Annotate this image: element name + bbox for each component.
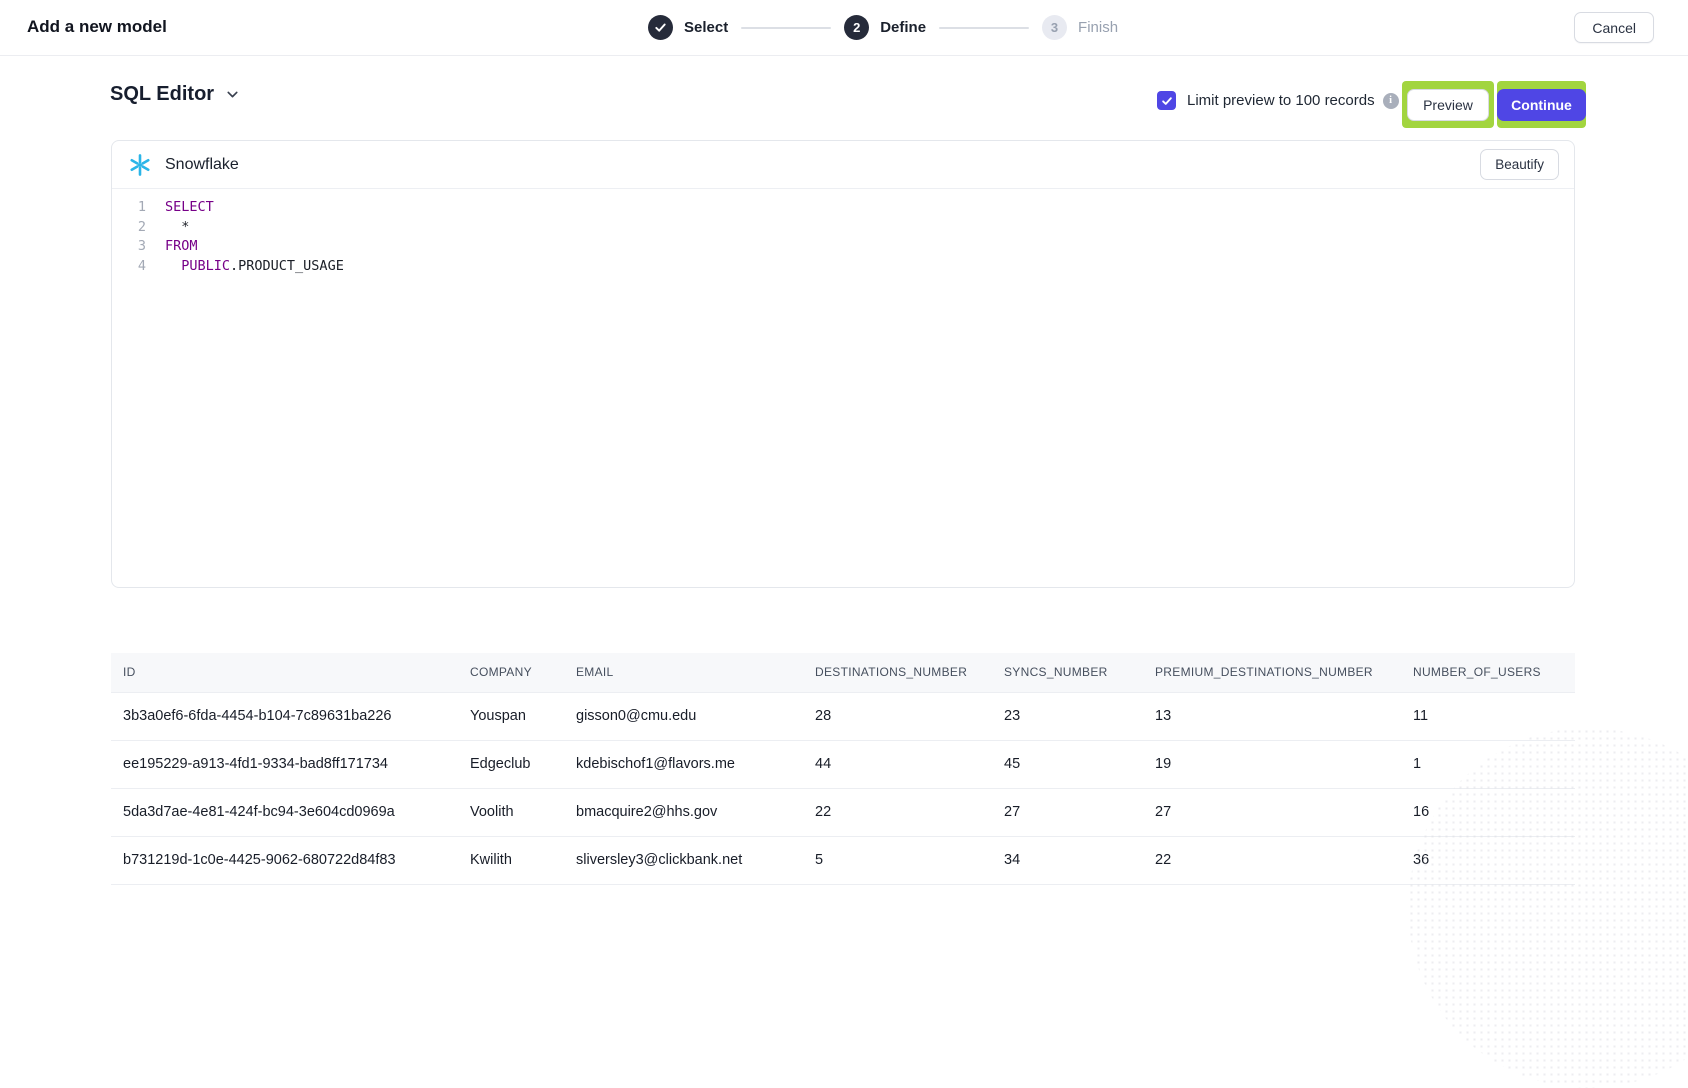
cell-email: gisson0@cmu.edu	[564, 692, 803, 740]
snowflake-icon	[127, 152, 153, 178]
cell-number-of-users: 1	[1401, 740, 1575, 788]
chevron-down-icon	[225, 87, 240, 102]
preview-highlight-annotation: Preview	[1402, 81, 1494, 128]
cell-email: bmacquire2@hhs.gov	[564, 788, 803, 836]
top-bar: Add a new model Select 2 Define 3 Finish…	[0, 0, 1688, 56]
cell-id: ee195229-a913-4fd1-9334-bad8ff171734	[111, 740, 458, 788]
cell-syncs-number: 23	[992, 692, 1143, 740]
step-define-label: Define	[880, 19, 926, 36]
cell-email: sliversley3@clickbank.net	[564, 836, 803, 884]
code-text: FROM	[165, 237, 198, 257]
cell-number-of-users: 16	[1401, 788, 1575, 836]
limit-preview-checkbox[interactable]	[1157, 91, 1176, 110]
source-name: Snowflake	[165, 156, 239, 174]
cell-destinations-number: 22	[803, 788, 992, 836]
cell-premium-destinations-number: 27	[1143, 788, 1401, 836]
cell-company: Edgeclub	[458, 740, 564, 788]
step-select[interactable]: Select	[648, 15, 728, 40]
cell-number-of-users: 11	[1401, 692, 1575, 740]
code-line: 1 SELECT	[124, 198, 1574, 218]
column-header-premium-destinations-number: PREMIUM_DESTINATIONS_NUMBER	[1143, 653, 1401, 692]
column-header-id: ID	[111, 653, 458, 692]
preview-results-table: ID COMPANY EMAIL DESTINATIONS_NUMBER SYN…	[111, 653, 1575, 885]
table-header-row: ID COMPANY EMAIL DESTINATIONS_NUMBER SYN…	[111, 653, 1575, 692]
column-header-destinations-number: DESTINATIONS_NUMBER	[803, 653, 992, 692]
code-text: *	[165, 218, 189, 238]
code-text: PUBLIC	[165, 257, 230, 277]
cell-syncs-number: 34	[992, 836, 1143, 884]
table-row: b731219d-1c0e-4425-9062-680722d84f83 Kwi…	[111, 836, 1575, 884]
line-number: 3	[124, 237, 146, 257]
code-line: 4 PUBLIC.PRODUCT_USAGE	[124, 257, 1574, 277]
step-finish-label: Finish	[1078, 19, 1118, 36]
cell-id: 3b3a0ef6-6fda-4454-b104-7c89631ba226	[111, 692, 458, 740]
limit-preview-label[interactable]: Limit preview to 100 records	[1187, 92, 1375, 109]
page-title: Add a new model	[27, 17, 167, 37]
cell-syncs-number: 45	[992, 740, 1143, 788]
cell-destinations-number: 28	[803, 692, 992, 740]
preview-button[interactable]: Preview	[1407, 89, 1489, 121]
table-row: ee195229-a913-4fd1-9334-bad8ff171734 Edg…	[111, 740, 1575, 788]
continue-highlight-annotation: Continue	[1497, 81, 1586, 128]
cell-syncs-number: 27	[992, 788, 1143, 836]
step-define[interactable]: 2 Define	[844, 15, 926, 40]
code-text: .PRODUCT_USAGE	[230, 257, 344, 277]
cell-premium-destinations-number: 13	[1143, 692, 1401, 740]
cell-destinations-number: 5	[803, 836, 992, 884]
step-define-indicator: 2	[844, 15, 869, 40]
step-finish: 3 Finish	[1042, 15, 1118, 40]
table-row: 3b3a0ef6-6fda-4454-b104-7c89631ba226 You…	[111, 692, 1575, 740]
column-header-syncs-number: SYNCS_NUMBER	[992, 653, 1143, 692]
cell-number-of-users: 36	[1401, 836, 1575, 884]
cell-email: kdebischof1@flavors.me	[564, 740, 803, 788]
cell-premium-destinations-number: 19	[1143, 740, 1401, 788]
sql-code-editor[interactable]: 1 SELECT 2 * 3 FROM 4 PUBLIC.PRODUCT_USA…	[112, 189, 1574, 276]
editor-type-label: SQL Editor	[110, 83, 214, 106]
check-icon	[1161, 95, 1173, 107]
step-connector	[939, 27, 1029, 29]
info-icon[interactable]: i	[1383, 93, 1399, 109]
beautify-button[interactable]: Beautify	[1480, 149, 1559, 180]
step-select-label: Select	[684, 19, 728, 36]
column-header-email: EMAIL	[564, 653, 803, 692]
line-number: 2	[124, 218, 146, 238]
cell-company: Youspan	[458, 692, 564, 740]
cell-company: Voolith	[458, 788, 564, 836]
code-line: 3 FROM	[124, 237, 1574, 257]
code-text: SELECT	[165, 198, 214, 218]
wizard-stepper: Select 2 Define 3 Finish	[648, 0, 1118, 55]
sql-editor-panel: Snowflake Beautify 1 SELECT 2 * 3 FROM 4…	[111, 140, 1575, 588]
cell-company: Kwilith	[458, 836, 564, 884]
sql-editor-header: Snowflake Beautify	[112, 141, 1574, 189]
continue-button[interactable]: Continue	[1497, 89, 1586, 121]
limit-preview-group: Limit preview to 100 records i	[1157, 91, 1399, 110]
step-connector	[741, 27, 831, 29]
step-finish-indicator: 3	[1042, 15, 1067, 40]
cell-id: b731219d-1c0e-4425-9062-680722d84f83	[111, 836, 458, 884]
code-line: 2 *	[124, 218, 1574, 238]
step-select-indicator	[648, 15, 673, 40]
cell-premium-destinations-number: 22	[1143, 836, 1401, 884]
cell-id: 5da3d7ae-4e81-424f-bc94-3e604cd0969a	[111, 788, 458, 836]
line-number: 4	[124, 257, 146, 277]
cancel-button[interactable]: Cancel	[1574, 12, 1654, 43]
column-header-company: COMPANY	[458, 653, 564, 692]
column-header-number-of-users: NUMBER_OF_USERS	[1401, 653, 1575, 692]
line-number: 1	[124, 198, 146, 218]
table-row: 5da3d7ae-4e81-424f-bc94-3e604cd0969a Voo…	[111, 788, 1575, 836]
cell-destinations-number: 44	[803, 740, 992, 788]
editor-type-dropdown[interactable]: SQL Editor	[110, 83, 240, 106]
check-icon	[654, 21, 667, 34]
